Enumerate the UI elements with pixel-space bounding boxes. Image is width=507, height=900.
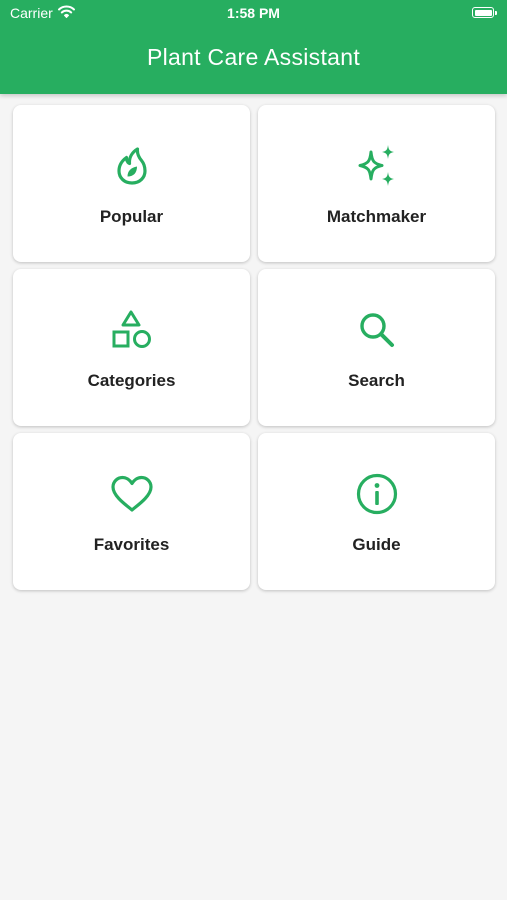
app-header: Carrier 1:58 PM Plant Care Assistant [0, 0, 507, 94]
favorites-card[interactable]: Favorites [13, 433, 250, 590]
guide-label: Guide [352, 535, 401, 554]
search-card[interactable]: Search [258, 269, 495, 426]
menu-grid: Popular Matchmaker Categories Search Fav… [13, 105, 495, 590]
battery-icon [472, 7, 497, 18]
guide-card[interactable]: Guide [258, 433, 495, 590]
matchmaker-label: Matchmaker [326, 207, 427, 226]
matchmaker-card[interactable]: Matchmaker [258, 105, 495, 262]
popular-label: Popular [99, 207, 164, 226]
flame-icon [109, 143, 155, 189]
categories-card[interactable]: Categories [13, 269, 250, 426]
search-label: Search [348, 371, 405, 390]
status-bar: Carrier 1:58 PM [0, 0, 507, 28]
heart-icon [109, 471, 155, 517]
sparkles-icon [354, 143, 400, 189]
page-title: Plant Care Assistant [146, 44, 361, 70]
shapes-icon [109, 307, 155, 353]
search-icon [354, 307, 400, 353]
status-time: 1:58 PM [227, 5, 280, 21]
info-icon [354, 471, 400, 517]
categories-label: Categories [87, 371, 176, 390]
popular-card[interactable]: Popular [13, 105, 250, 262]
favorites-label: Favorites [93, 535, 170, 554]
